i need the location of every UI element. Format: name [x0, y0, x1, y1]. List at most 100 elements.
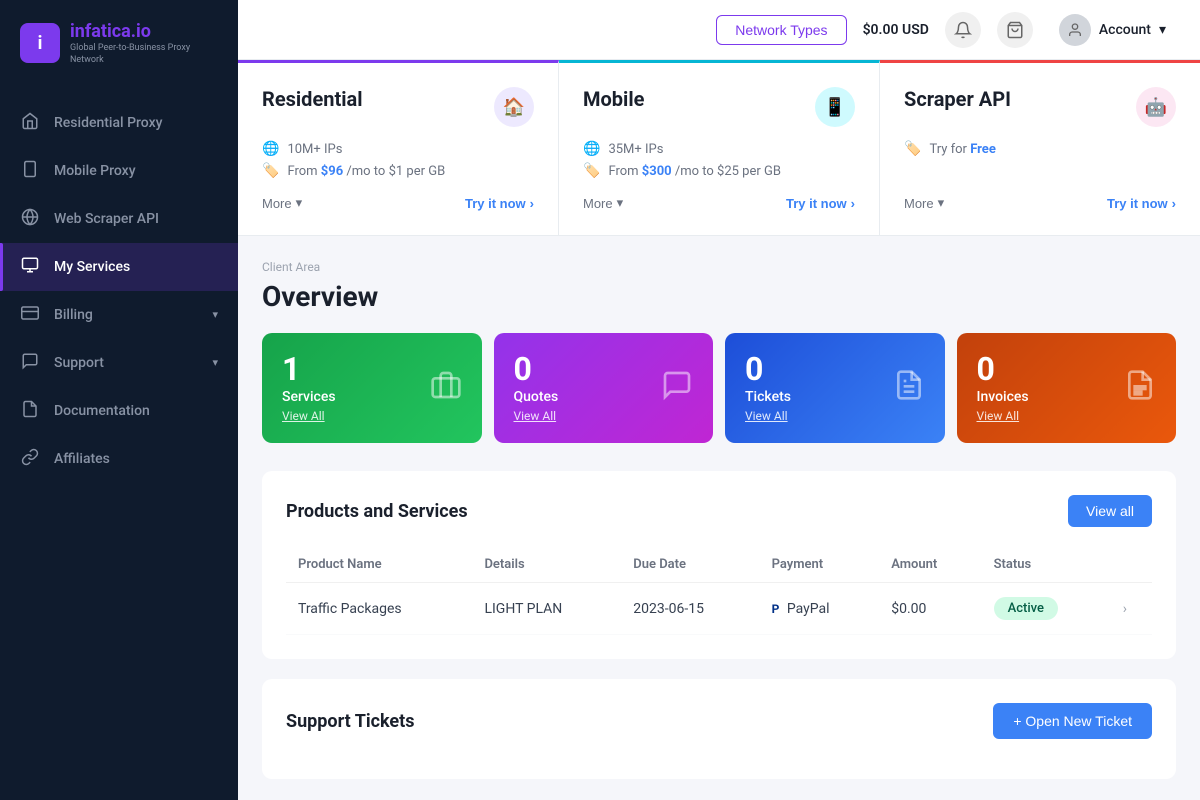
tag-icon: 🏷️ — [262, 163, 279, 179]
services-view-all[interactable]: View All — [282, 409, 336, 423]
residential-card-icon: 🏠 — [494, 87, 534, 127]
page-title: Overview — [262, 280, 1176, 313]
my-services-icon — [20, 256, 40, 278]
support-section: Support Tickets + Open New Ticket — [262, 679, 1176, 779]
tag-icon: 🏷️ — [904, 141, 921, 157]
products-title: Products and Services — [286, 501, 468, 522]
account-button[interactable]: Account ▾ — [1049, 8, 1176, 52]
network-types-button[interactable]: Network Types — [716, 15, 846, 45]
affiliates-icon — [20, 448, 40, 470]
quotes-icon — [661, 369, 693, 408]
sidebar-label: Billing — [54, 307, 93, 323]
product-name-cell: Traffic Packages — [286, 583, 472, 635]
balance-display: $0.00 USD — [863, 22, 929, 38]
chevron-right-icon: › — [530, 196, 534, 211]
quotes-stat-card[interactable]: 0 Quotes View All — [494, 333, 714, 443]
mobile-title: Mobile — [583, 87, 644, 111]
products-table: Product Name Details Due Date Payment Am… — [286, 547, 1152, 635]
products-view-all-button[interactable]: View all — [1068, 495, 1152, 527]
tickets-count: 0 — [745, 353, 791, 385]
details-cell: LIGHT PLAN — [472, 583, 621, 635]
col-status: Status — [982, 547, 1111, 583]
account-chevron-icon: ▾ — [1159, 22, 1166, 38]
products-section: Products and Services View all Product N… — [262, 471, 1176, 659]
documentation-icon — [20, 400, 40, 422]
residential-card: Residential 🏠 🌐 10M+ IPs 🏷️ From $96 /mo… — [238, 60, 559, 235]
globe-icon: 🌐 — [583, 141, 600, 157]
residential-proxy-icon — [20, 112, 40, 134]
invoices-stat-card[interactable]: 0 Invoices View All — [957, 333, 1177, 443]
quotes-view-all[interactable]: View All — [514, 409, 559, 423]
sidebar-label: Web Scraper API — [54, 211, 159, 227]
col-payment: Payment — [760, 547, 880, 583]
header: Network Types $0.00 USD Account ▾ — [238, 0, 1200, 60]
tickets-label: Tickets — [745, 389, 791, 405]
services-stat-card[interactable]: 1 Services View All — [262, 333, 482, 443]
mobile-card-icon: 📱 — [815, 87, 855, 127]
residential-more-button[interactable]: More ▾ — [262, 195, 302, 211]
support-title: Support Tickets — [286, 711, 415, 732]
mobile-more-button[interactable]: More ▾ — [583, 195, 623, 211]
sidebar-item-my-services[interactable]: My Services — [0, 243, 238, 291]
overview-section: Client Area Overview 1 Services View All — [238, 236, 1200, 800]
logo-icon: i — [20, 23, 60, 63]
sidebar-item-residential-proxy[interactable]: Residential Proxy — [0, 99, 238, 147]
notifications-icon[interactable] — [945, 12, 981, 48]
sidebar-item-documentation[interactable]: Documentation — [0, 387, 238, 435]
payment-cell: P PayPal — [760, 583, 880, 635]
chevron-down-icon: ▾ — [938, 195, 945, 211]
due-date-cell: 2023-06-15 — [621, 583, 759, 635]
globe-icon: 🌐 — [262, 141, 279, 157]
sidebar-item-support[interactable]: Support ▾ — [0, 339, 238, 387]
services-label: Services — [282, 389, 336, 405]
brand-tagline: Global Peer-to-Business Proxy Network — [70, 43, 218, 66]
sidebar-item-billing[interactable]: Billing ▾ — [0, 291, 238, 339]
chevron-right-icon: › — [1172, 196, 1176, 211]
col-amount: Amount — [879, 547, 981, 583]
scraper-card: Scraper API 🤖 🏷️ Try for Free More ▾ Try… — [880, 60, 1200, 235]
invoices-label: Invoices — [977, 389, 1029, 405]
sidebar-label: Support — [54, 355, 104, 371]
product-cards: Residential 🏠 🌐 10M+ IPs 🏷️ From $96 /mo… — [238, 60, 1200, 236]
tickets-stat-card[interactable]: 0 Tickets View All — [725, 333, 945, 443]
scraper-card-icon: 🤖 — [1136, 87, 1176, 127]
chevron-right-icon[interactable]: › — [1123, 601, 1127, 617]
briefcase-icon — [430, 369, 462, 408]
quotes-count: 0 — [514, 353, 559, 385]
sidebar-item-affiliates[interactable]: Affiliates — [0, 435, 238, 483]
mobile-card: Mobile 📱 🌐 35M+ IPs 🏷️ From $300 /mo to … — [559, 60, 880, 235]
brand-name: infatica.io — [70, 20, 218, 43]
web-scraper-icon — [20, 208, 40, 230]
main-content: Network Types $0.00 USD Account ▾ Reside… — [238, 0, 1200, 800]
stats-grid: 1 Services View All 0 Quotes View Al — [262, 333, 1176, 443]
tickets-view-all[interactable]: View All — [745, 409, 791, 423]
sidebar-item-web-scraper-api[interactable]: Web Scraper API — [0, 195, 238, 243]
chevron-down-icon: ▾ — [212, 308, 218, 321]
sidebar-item-mobile-proxy[interactable]: Mobile Proxy — [0, 147, 238, 195]
paypal-icon: P — [772, 602, 780, 616]
ticket-icon — [893, 369, 925, 408]
residential-try-now-button[interactable]: Try it now › — [465, 196, 534, 211]
sidebar-nav: Residential Proxy Mobile Proxy Web Scrap… — [0, 91, 238, 800]
sidebar-label: Mobile Proxy — [54, 163, 136, 179]
mobile-try-now-button[interactable]: Try it now › — [786, 196, 855, 211]
chevron-down-icon: ▾ — [212, 356, 218, 369]
status-cell: Active — [982, 583, 1111, 635]
invoice-icon — [1124, 369, 1156, 408]
mobile-proxy-icon — [20, 160, 40, 182]
cart-icon[interactable] — [997, 12, 1033, 48]
open-new-ticket-button[interactable]: + Open New Ticket — [993, 703, 1152, 739]
sidebar-label: My Services — [54, 259, 130, 275]
sidebar: i infatica.io Global Peer-to-Business Pr… — [0, 0, 238, 800]
chevron-right-icon: › — [851, 196, 855, 211]
scraper-more-button[interactable]: More ▾ — [904, 195, 944, 211]
sidebar-label: Affiliates — [54, 451, 110, 467]
breadcrumb: Client Area — [262, 260, 1176, 274]
scraper-try-now-button[interactable]: Try it now › — [1107, 196, 1176, 211]
content-area: Residential 🏠 🌐 10M+ IPs 🏷️ From $96 /mo… — [238, 60, 1200, 800]
sidebar-label: Documentation — [54, 403, 150, 419]
invoices-view-all[interactable]: View All — [977, 409, 1029, 423]
residential-ips: 10M+ IPs — [287, 142, 342, 157]
sidebar-label: Residential Proxy — [54, 115, 163, 131]
mobile-ips: 35M+ IPs — [608, 142, 663, 157]
